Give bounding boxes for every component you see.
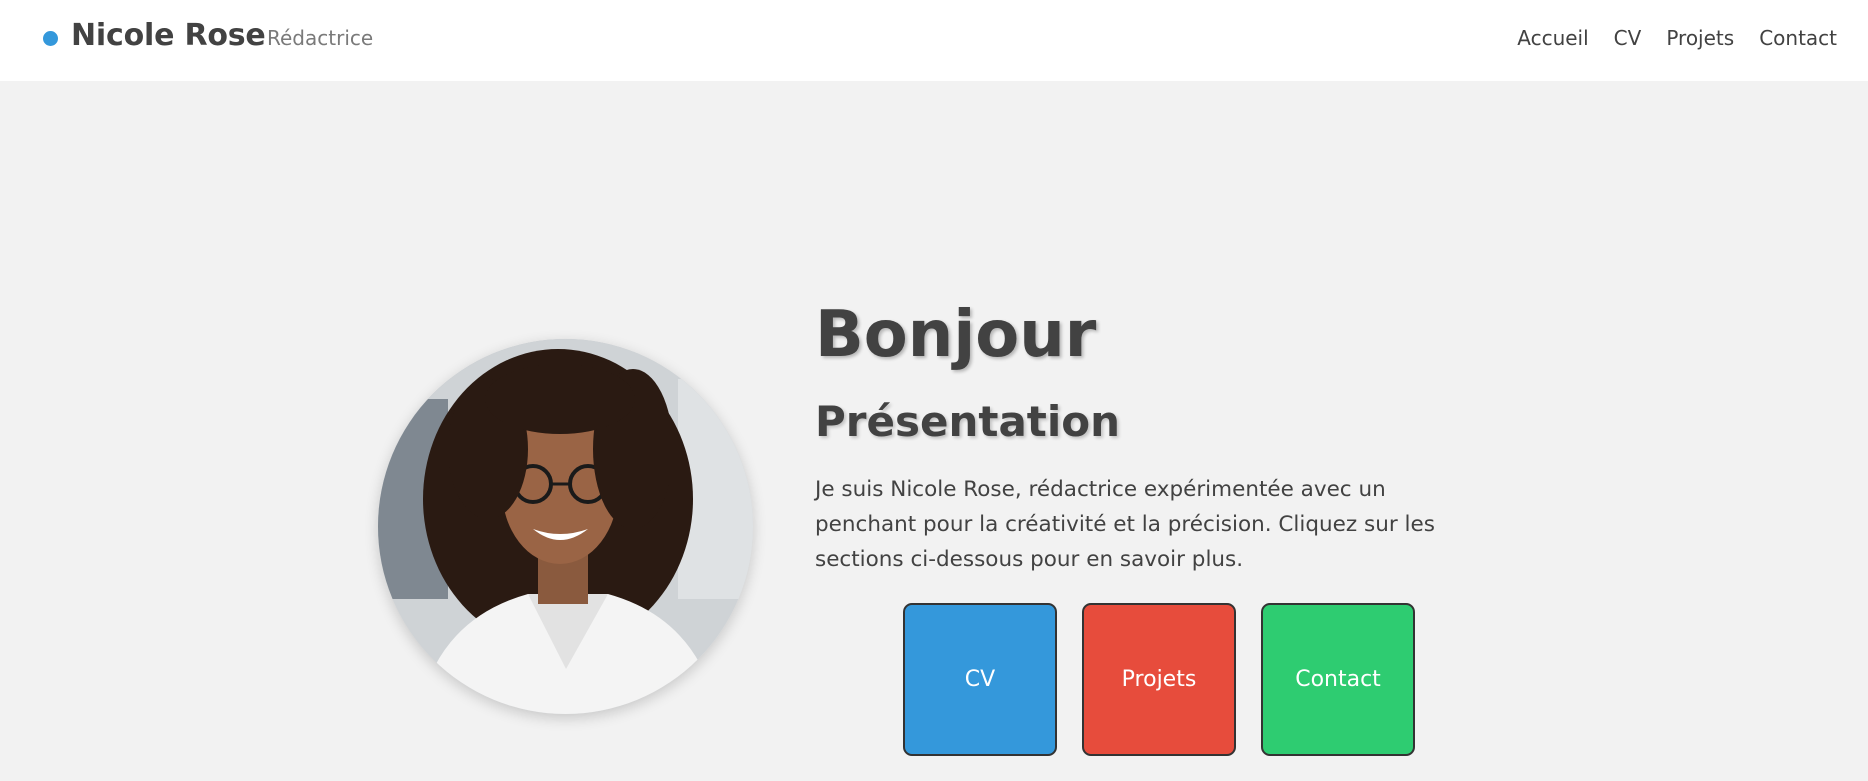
site-header: Nicole Rose Rédactrice Accueil CV Projet… — [0, 0, 1868, 81]
nav-item-accueil[interactable]: Accueil — [1517, 26, 1588, 50]
brand-name[interactable]: Nicole Rose — [71, 18, 266, 53]
contact-tile-button[interactable]: Contact — [1261, 603, 1415, 756]
nav-item-cv[interactable]: CV — [1614, 26, 1642, 50]
contact-tile-label: Contact — [1295, 667, 1381, 692]
portrait-image — [378, 339, 753, 714]
main-nav: Accueil CV Projets Contact — [1492, 26, 1837, 50]
cv-tile-label: CV — [964, 667, 996, 692]
projets-tile-label: Projets — [1121, 667, 1197, 692]
presentation-heading: Présentation — [815, 397, 1121, 446]
profile-photo — [378, 339, 753, 714]
brand-dot-icon — [43, 31, 58, 46]
projets-tile-button[interactable]: Projets — [1082, 603, 1236, 756]
greeting-heading: Bonjour — [815, 298, 1097, 372]
nav-item-projets[interactable]: Projets — [1666, 26, 1734, 50]
nav-item-contact[interactable]: Contact — [1759, 26, 1837, 50]
cv-tile-button[interactable]: CV — [903, 603, 1057, 756]
intro-text: Je suis Nicole Rose, rédactrice expérime… — [815, 477, 1435, 572]
brand-role: Rédactrice — [267, 26, 374, 50]
